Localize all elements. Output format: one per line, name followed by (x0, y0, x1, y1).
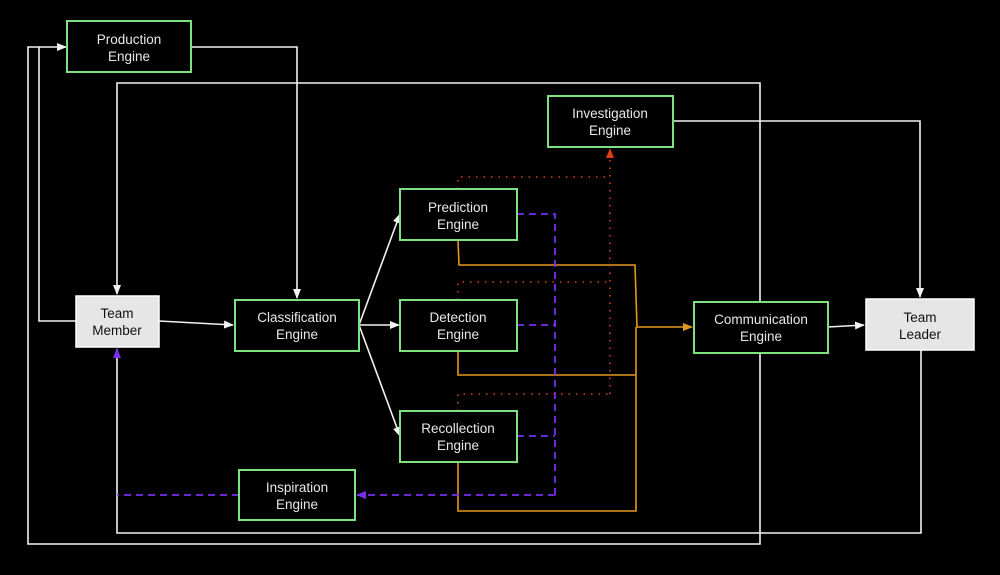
orange-connectors (457, 239, 693, 512)
node-label: Investigation (572, 106, 648, 121)
node-label: Engine (437, 217, 479, 232)
edge-prediction-to-inspiration (517, 213, 556, 495)
node-detection-engine[interactable]: Detection Engine (399, 299, 518, 352)
node-label: Communication (714, 312, 808, 327)
edge-classification-to-prediction (358, 213, 401, 326)
edge-detection-to-investigation (457, 281, 610, 300)
edge-recollection-to-investigation (457, 393, 610, 411)
node-inspiration-engine[interactable]: Inspiration Engine (238, 469, 356, 521)
edge-production-to-classification (191, 46, 301, 299)
node-label: Engine (276, 497, 318, 512)
node-production-engine[interactable]: Production Engine (66, 20, 192, 73)
edge-prediction-to-investigation (457, 176, 610, 189)
edge-member-to-classification (158, 320, 234, 329)
node-label: Team (100, 306, 133, 321)
node-label: Engine (589, 123, 631, 138)
node-investigation-engine[interactable]: Investigation Engine (547, 95, 674, 148)
node-label: Leader (899, 327, 942, 342)
node-label: Classification (257, 310, 337, 325)
node-label: Engine (437, 327, 479, 342)
node-label: Production (97, 32, 162, 47)
node-team-member[interactable]: Team Member (75, 295, 160, 348)
node-label: Member (92, 323, 142, 338)
node-label: Engine (740, 329, 782, 344)
node-label: Inspiration (266, 480, 328, 495)
node-classification-engine[interactable]: Classification Engine (234, 299, 360, 352)
node-label: Prediction (428, 200, 488, 215)
white-connectors (27, 43, 924, 545)
node-label: Recollection (421, 421, 495, 436)
node-recollection-engine[interactable]: Recollection Engine (399, 410, 518, 463)
node-label: Engine (437, 438, 479, 453)
node-prediction-engine[interactable]: Prediction Engine (399, 188, 518, 241)
edge-leader-to-member (113, 348, 922, 534)
node-label: Engine (276, 327, 318, 342)
edge-member-to-production (38, 43, 76, 322)
node-team-leader[interactable]: Team Leader (865, 298, 975, 351)
engine-flow-diagram: Production Engine Investigation Engine P… (27, 20, 975, 545)
edge-classification-to-recollection (358, 324, 401, 437)
node-communication-engine[interactable]: Communication Engine (693, 301, 829, 354)
node-label: Detection (429, 310, 486, 325)
edge-investigation-to-leader (673, 120, 924, 298)
node-label: Engine (108, 49, 150, 64)
node-label: Team (903, 310, 936, 325)
edge-communication-to-leader (827, 321, 865, 330)
